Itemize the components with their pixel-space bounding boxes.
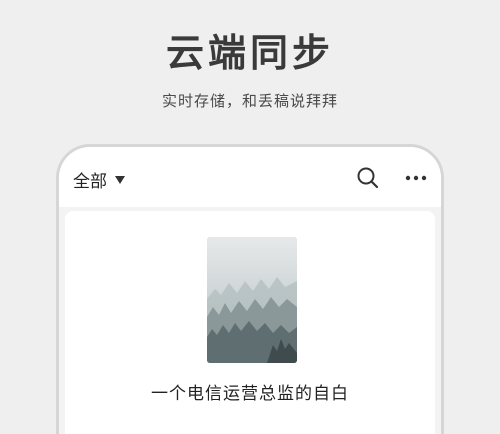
document-list: 一个电信运营总监的自白 bbox=[59, 207, 441, 434]
app-bar: 全部 bbox=[59, 147, 441, 207]
more-button[interactable] bbox=[403, 165, 429, 191]
chevron-down-icon bbox=[115, 175, 125, 184]
more-icon bbox=[405, 175, 427, 181]
search-icon bbox=[357, 167, 379, 189]
document-thumbnail bbox=[207, 237, 297, 363]
document-title: 一个电信运营总监的自白 bbox=[151, 384, 349, 404]
hero-subtitle: 实时存储，和丢稿说拜拜 bbox=[161, 92, 338, 110]
filter-dropdown[interactable]: 全部 bbox=[73, 167, 125, 192]
hero-title: 云端同步 bbox=[165, 31, 334, 75]
search-button[interactable] bbox=[355, 165, 381, 191]
document-card[interactable]: 一个电信运营总监的自白 bbox=[65, 211, 435, 434]
filter-label: 全部 bbox=[73, 172, 107, 192]
phone-mockup: 全部 一个电信运营总监的自白 bbox=[56, 144, 444, 434]
